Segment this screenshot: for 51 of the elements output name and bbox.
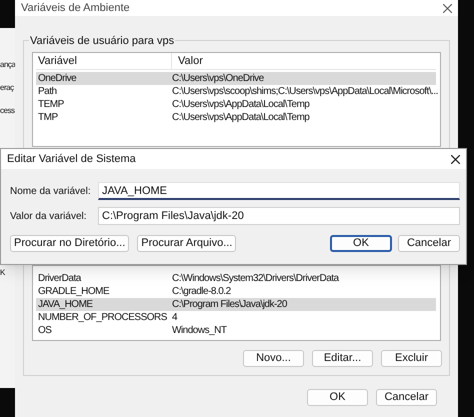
button[interactable]: Cancelar <box>376 389 437 406</box>
button[interactable]: OK <box>307 389 368 406</box>
variable-name: JAVA_HOME <box>37 298 94 312</box>
button[interactable]: Cancelar <box>398 235 460 252</box>
background-text: K <box>0 268 5 278</box>
input-field[interactable]: C:\Program Files\Java\jdk-20 <box>98 207 460 225</box>
list-row[interactable]: GRADLE_HOME C:\gradle-8.0.2 <box>36 285 436 298</box>
button[interactable]: Excluir <box>381 350 442 367</box>
variable-value: C:\gradle-8.0.2 <box>172 285 231 299</box>
variable-value: C:\Users\vps\AppData\Local\Temp <box>172 98 310 112</box>
variable-value: Windows_NT <box>172 324 226 338</box>
field-label: Nome da variável: <box>10 184 92 198</box>
list-row[interactable]: DriverData C:\Windows\System32\Drivers\DriverData <box>36 272 436 285</box>
close-icon[interactable] <box>443 4 452 12</box>
variable-value: C:\Program Files\Java\jdk-20 <box>172 298 287 312</box>
group-title: Variáveis de usuário para vps <box>29 33 176 50</box>
variable-name: Path <box>37 85 58 99</box>
background-text: cess <box>0 106 14 116</box>
variable-value: C:\Users\vps\OneDrive <box>172 72 264 86</box>
variable-value: C:\Windows\System32\Drivers\DriverData <box>172 272 339 286</box>
variable-name: OS <box>37 324 52 338</box>
button[interactable]: Editar... <box>312 350 373 367</box>
column-header[interactable]: Variável <box>36 53 172 69</box>
list-row[interactable]: JAVA_HOME C:\Program Files\Java\jdk-20 <box>36 298 436 311</box>
button[interactable]: Procurar no Diretório... <box>10 235 130 252</box>
list-row[interactable]: TMP C:\Users\vps\AppData\Local\Temp <box>36 111 436 124</box>
variable-value: 4 <box>172 311 178 325</box>
button[interactable]: OK <box>330 235 392 252</box>
variable-name: DriverData <box>37 272 82 286</box>
list-row[interactable]: OneDrive C:\Users\vps\OneDrive <box>36 72 436 85</box>
variable-value: C:\Users\vps\scoop\shims;C:\Users\vps\AppData\Local\Microsoft\... <box>172 85 438 99</box>
variable-name: GRADLE_HOME <box>37 285 110 299</box>
window-title: Variáveis de Ambiente <box>21 0 130 16</box>
button[interactable]: Procurar Arquivo... <box>137 235 236 252</box>
field-label: Valor da variável: <box>10 210 88 224</box>
list-row[interactable]: TEMP C:\Users\vps\AppData\Local\Temp <box>36 98 436 111</box>
variable-value: C:\Users\vps\AppData\Local\Temp <box>172 111 310 125</box>
variable-name: TMP <box>37 111 59 125</box>
input-field[interactable]: JAVA_HOME <box>98 182 460 200</box>
button[interactable]: Novo... <box>243 350 304 367</box>
column-header[interactable]: Valor <box>172 53 203 70</box>
list-row[interactable]: NUMBER_OF_PROCESSORS 4 <box>36 311 436 324</box>
list-row[interactable]: Path C:\Users\vps\scoop\shims;C:\Users\vps\AppData\Local\Microsoft\... <box>36 85 436 98</box>
variable-name: TEMP <box>37 98 65 112</box>
background-text: eraç <box>0 83 14 93</box>
variable-name: OneDrive <box>37 72 78 86</box>
dialog-title: Editar Variável de Sistema <box>7 152 136 167</box>
background-text: ança <box>0 60 16 70</box>
list-row[interactable]: OS Windows_NT <box>36 324 436 337</box>
variable-name: NUMBER_OF_PROCESSORS <box>37 311 168 325</box>
close-icon[interactable] <box>451 154 460 164</box>
